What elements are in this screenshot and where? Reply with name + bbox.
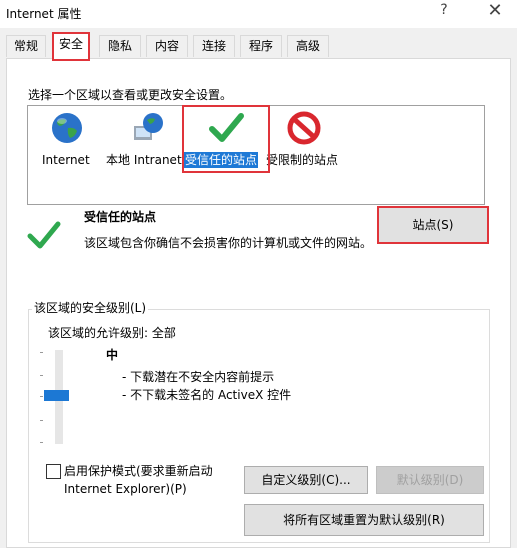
help-icon[interactable]: ?: [434, 2, 454, 18]
tab-general[interactable]: 常规: [6, 35, 46, 57]
custom-level-button[interactable]: 自定义级别(C)...: [244, 466, 368, 494]
close-icon[interactable]: ✕: [484, 0, 506, 21]
window-title: Internet 属性: [6, 7, 82, 21]
title-bar: Internet 属性 ? ✕: [0, 0, 517, 28]
tab-privacy[interactable]: 隐私: [99, 35, 141, 57]
custom-level-label: 自定义级别(C)...: [261, 473, 351, 487]
checkmark-icon: [27, 221, 61, 249]
protected-mode-label-line2: Internet Explorer)(P): [64, 482, 187, 496]
zone-label: 受信任的站点: [184, 152, 259, 168]
tab-content[interactable]: 内容: [146, 35, 188, 57]
zone-prompt: 选择一个区域以查看或更改安全设置。: [28, 88, 233, 102]
tab-security[interactable]: 安全: [52, 32, 90, 61]
level-name: 中: [106, 348, 119, 362]
default-level-button[interactable]: 默认级别(D): [376, 466, 484, 494]
sites-button[interactable]: 站点(S): [377, 206, 489, 244]
security-level-legend: 该区域的安全级别(L): [32, 299, 149, 316]
security-slider-thumb[interactable]: [44, 390, 69, 401]
restricted-icon: [287, 111, 321, 145]
slider-tick: [40, 420, 43, 421]
sites-button-label: 站点(S): [412, 218, 454, 232]
zone-detail-description: 该区域包含你确信不会损害你的计算机或文件的网站。: [84, 236, 373, 250]
protected-mode-checkbox[interactable]: [46, 464, 61, 479]
default-level-label: 默认级别(D): [396, 473, 464, 487]
zone-detail-title: 受信任的站点: [84, 210, 157, 224]
zone-label: 本地 Intranet: [106, 153, 182, 167]
slider-tick: [40, 375, 43, 376]
allowed-level-text: 该区域的允许级别: 全部: [48, 326, 176, 340]
reset-all-zones-button[interactable]: 将所有区域重置为默认级别(R): [244, 504, 484, 536]
zone-list: Internet 本地 Intranet 受信任的站点 受限制的站点: [27, 105, 485, 205]
tab-connections[interactable]: 连接: [193, 35, 235, 57]
protected-mode-label-line1: 启用保护模式(要求重新启动: [64, 464, 213, 478]
slider-tick: [40, 396, 43, 397]
tab-advanced[interactable]: 高级: [287, 35, 329, 57]
level-bullet: - 下载潜在不安全内容前提示: [122, 370, 275, 384]
tab-programs[interactable]: 程序: [240, 35, 282, 57]
reset-all-zones-label: 将所有区域重置为默认级别(R): [283, 513, 445, 527]
zone-label: 受限制的站点: [266, 153, 339, 167]
level-description: - 下载潜在不安全内容前提示 - 不下载未签名的 ActiveX 控件: [122, 368, 291, 404]
checkmark-icon: [209, 113, 244, 142]
slider-tick: [40, 352, 43, 353]
zone-label: Internet: [42, 153, 90, 167]
level-bullet: - 不下载未签名的 ActiveX 控件: [122, 388, 292, 402]
intranet-globe-icon: [134, 113, 163, 140]
protected-mode-label: 启用保护模式(要求重新启动 Internet Explorer)(P): [64, 462, 213, 498]
globe-icon: [52, 113, 82, 143]
slider-tick: [40, 442, 43, 443]
